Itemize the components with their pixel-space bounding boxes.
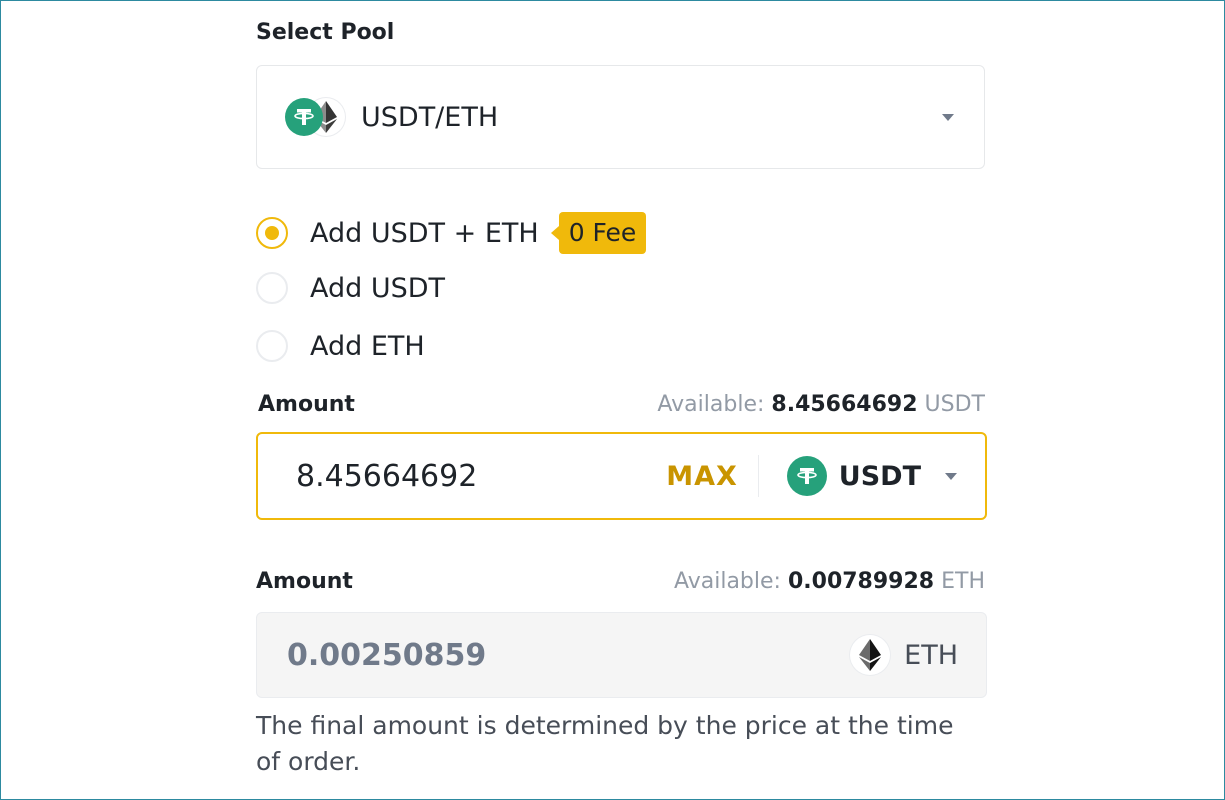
usdt-icon (786, 456, 827, 496)
amount-usdt-header: Amount Available: 8.45664692 USDT (256, 392, 985, 417)
available-unit: USDT (924, 392, 985, 417)
amount-usdt-input[interactable] (294, 457, 658, 495)
amount-label: Amount (258, 392, 355, 417)
asset-name: USDT (838, 460, 921, 492)
option-label: Add USDT + ETH (310, 217, 539, 249)
radio-button[interactable] (256, 272, 288, 304)
amount-eth-field: ETH (256, 612, 987, 698)
radio-button[interactable] (256, 330, 288, 362)
asset-name: ETH (904, 639, 958, 671)
price-note: The final amount is determined by the pr… (256, 711, 954, 776)
amount-usdt-field[interactable]: MAX USDT (256, 432, 987, 520)
available-balance: Available: 8.45664692 USDT (657, 392, 985, 417)
pair-icons (285, 96, 351, 138)
pool-selected-value: USDT/ETH (361, 101, 499, 133)
asset-display: ETH (850, 635, 958, 675)
eth-icon (850, 635, 891, 675)
available-balance: Available: 0.00789928 ETH (674, 569, 985, 594)
available-prefix: Available: (673, 569, 781, 594)
amount-eth-input (285, 636, 649, 674)
chevron-down-icon (942, 114, 954, 121)
amount-label: Amount (256, 569, 353, 594)
option-label: Add USDT (310, 272, 446, 304)
available-prefix: Available: (657, 392, 765, 417)
option-add-usdt-eth[interactable]: Add USDT + ETH 0 Fee (256, 212, 647, 254)
chevron-down-icon (945, 472, 957, 480)
pool-select[interactable]: USDT/ETH (256, 65, 985, 169)
divider (757, 455, 759, 497)
usdt-icon (285, 98, 323, 136)
available-value: 0.00789928 (787, 569, 935, 594)
option-add-eth[interactable]: Add ETH (256, 330, 425, 362)
asset-select[interactable]: USDT (786, 456, 957, 496)
fee-badge: 0 Fee (550, 212, 647, 254)
select-pool-label: Select Pool (256, 20, 395, 45)
radio-button[interactable] (256, 217, 288, 249)
option-add-usdt[interactable]: Add USDT (256, 272, 445, 304)
available-value: 8.45664692 (771, 392, 918, 417)
amount-eth-header: Amount Available: 0.00789928 ETH (256, 569, 985, 594)
available-unit: ETH (941, 569, 985, 594)
max-button[interactable]: MAX (666, 461, 738, 492)
option-label: Add ETH (310, 330, 425, 362)
